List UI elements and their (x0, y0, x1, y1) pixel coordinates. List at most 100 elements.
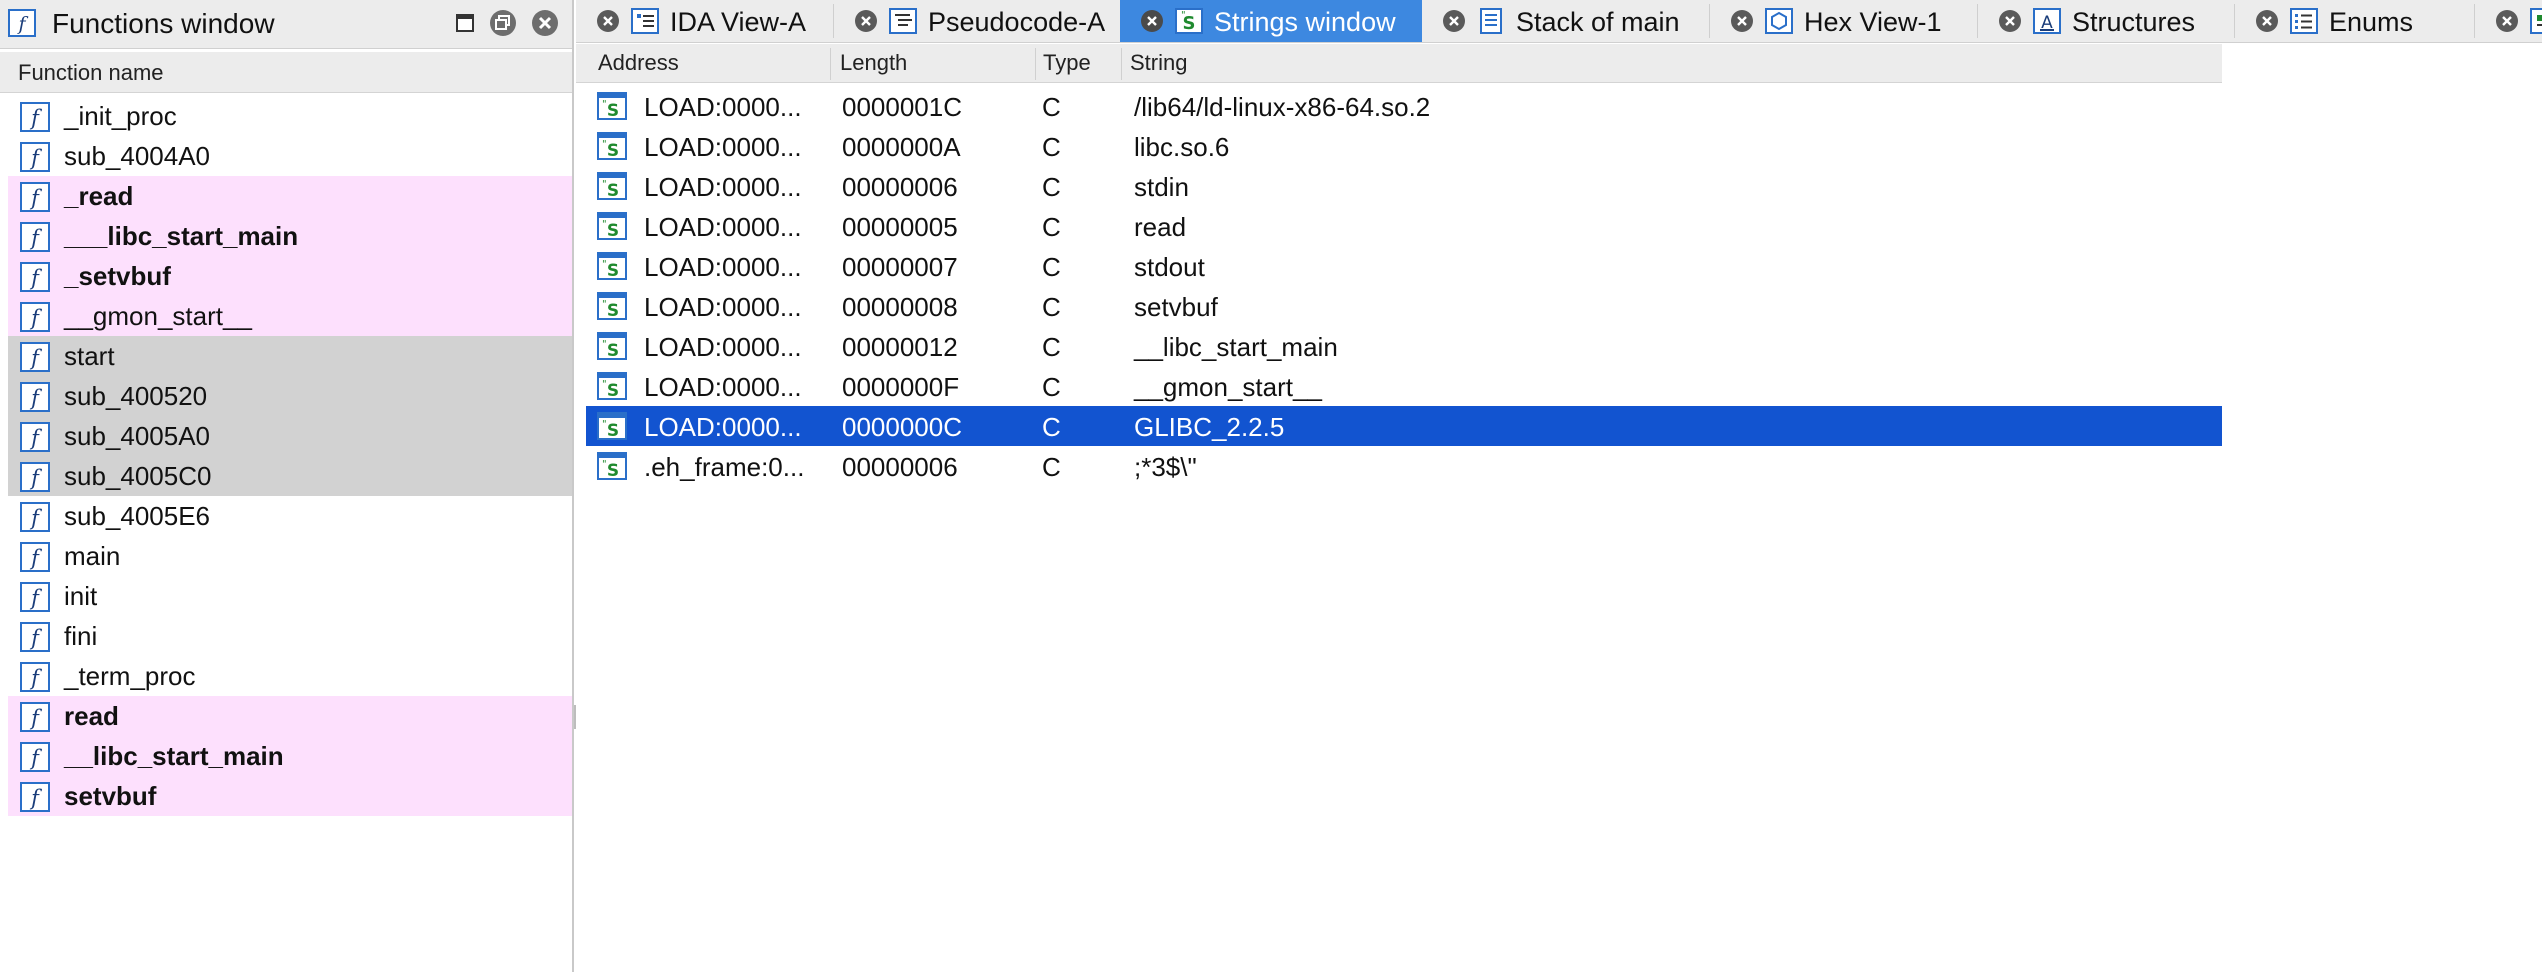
string-row[interactable]: S " LOAD:0000... 00000006 Cstdin (586, 166, 2222, 206)
string-length: 00000006 (842, 452, 958, 482)
column-header-string[interactable]: String (1130, 50, 1187, 76)
column-divider[interactable] (830, 48, 831, 80)
svg-text:": " (602, 219, 607, 230)
svg-text:S: S (607, 341, 619, 361)
tab-pseudocode-a[interactable]: Pseudocode-A (834, 0, 1120, 42)
string-length: 00000008 (842, 292, 958, 322)
column-header-address[interactable]: Address (598, 50, 679, 76)
function-list-item[interactable]: f sub_4005A0 (8, 416, 572, 456)
function-icon: f (20, 262, 50, 292)
function-list-item[interactable]: f setvbuf (8, 776, 572, 816)
tab-label: Structures (2072, 7, 2196, 37)
strings-icon: S " (1174, 6, 1204, 36)
float-button[interactable] (488, 8, 518, 38)
svg-text:S: S (607, 141, 619, 161)
function-list-item[interactable]: f sub_4005E6 (8, 496, 572, 536)
close-button[interactable] (530, 8, 560, 38)
column-header-length[interactable]: Length (840, 50, 907, 76)
maximize-button[interactable] (450, 8, 480, 38)
function-list-item[interactable]: f _setvbuf (8, 256, 572, 296)
function-name: _read (64, 180, 134, 211)
function-list-item[interactable]: f _read (8, 176, 572, 216)
string-row[interactable]: S " LOAD:0000... 00000012 C __libc_start_main (586, 326, 2222, 366)
string-row[interactable]: S " .eh_frame:0... 00000006 C ;*3$\" (586, 446, 2222, 486)
string-row[interactable]: S " LOAD:0000... 0000000A Clibc.so.6 (586, 126, 2222, 166)
function-list-item[interactable]: f sub_4005C0 (8, 456, 572, 496)
functions-window-titlebar[interactable]: f Functions window (0, 0, 572, 49)
string-length: 0000000C (842, 412, 962, 442)
string-value: read (1134, 212, 1187, 242)
tab-structures[interactable]: A Structures (1978, 0, 2235, 42)
svg-text:": " (1181, 10, 1186, 21)
tab-ida-view-a[interactable]: IDA View-A (576, 0, 834, 42)
tab-label: Hex View-1 (1804, 7, 1942, 37)
tab-close-icon[interactable] (1730, 9, 1754, 33)
function-name-header-label: Function name (18, 60, 164, 85)
main-workspace: IDA View-A Pseudocode-A S " Strings window St… (576, 0, 2542, 972)
string-address: LOAD:0000... (644, 332, 802, 362)
svg-text:S: S (607, 181, 619, 201)
string-address: LOAD:0000... (644, 172, 802, 202)
svg-text:S: S (607, 301, 619, 321)
string-type: C (1042, 332, 1061, 362)
string-row[interactable]: S " LOAD:0000... 0000000C C GLIBC_2.2.5 (586, 406, 2222, 446)
tab-close-icon[interactable] (596, 9, 620, 33)
function-list-item[interactable]: f __gmon_start__ (8, 296, 572, 336)
string-value: GLIBC_2.2.5 (1134, 412, 1285, 442)
function-name: _term_proc (64, 660, 196, 691)
string-value: ;*3$\" (1134, 452, 1197, 482)
tab-enums[interactable]: Enums (2235, 0, 2475, 42)
tab-close-icon[interactable] (2495, 9, 2519, 33)
function-list-item[interactable]: f __libc_start_main (8, 736, 572, 776)
string-row[interactable]: S " LOAD:0000... 0000001C C/lib64/ld-linux-x… (586, 86, 2222, 126)
maximize-icon (456, 14, 474, 32)
function-name: sub_4005A0 (64, 420, 211, 451)
function-icon: f (20, 382, 50, 412)
svg-text:": " (602, 419, 607, 430)
svg-text:S: S (607, 221, 619, 241)
tab-close-icon[interactable] (2255, 9, 2279, 33)
svg-text:": " (602, 299, 607, 310)
tab-stack-of-main[interactable]: Stack of main (1422, 0, 1710, 42)
functions-window-title: Functions window (52, 8, 275, 39)
tab-close-icon[interactable] (1140, 9, 1164, 33)
tab-overflow[interactable] (2475, 0, 2542, 42)
svg-text:S: S (607, 261, 619, 281)
function-list-item[interactable]: f ___libc_start_main (8, 216, 572, 256)
column-divider[interactable] (1121, 48, 1122, 80)
string-row[interactable]: S " LOAD:0000... 00000005 Cread (586, 206, 2222, 246)
tab-close-icon[interactable] (854, 9, 878, 33)
string-icon: S " (596, 371, 628, 401)
function-icon: f (20, 622, 50, 652)
function-list-item[interactable]: f read (8, 696, 572, 736)
tab-close-icon[interactable] (1998, 9, 2022, 33)
function-list-item[interactable]: f init (8, 576, 572, 616)
string-row[interactable]: S " LOAD:0000... 00000007 Cstdout (586, 246, 2222, 286)
string-icon: S " (596, 211, 628, 241)
string-row[interactable]: S " LOAD:0000... 00000008 Csetvbuf (586, 286, 2222, 326)
function-list-item[interactable]: f sub_4004A0 (8, 136, 572, 176)
svg-text:": " (602, 259, 607, 270)
tab-close-icon[interactable] (1442, 9, 1466, 33)
function-list-item[interactable]: f sub_400520 (8, 376, 572, 416)
tab-label: Pseudocode-A (928, 7, 1106, 37)
tab-strings-window[interactable]: S " Strings window (1120, 0, 1422, 42)
function-icon: f (20, 422, 50, 452)
function-list-item[interactable]: f fini (8, 616, 572, 656)
function-name: _setvbuf (64, 260, 171, 291)
string-length: 0000001C (842, 92, 962, 122)
function-list-item[interactable]: f _term_proc (8, 656, 572, 696)
function-list-item[interactable]: f main (8, 536, 572, 576)
column-header-type[interactable]: Type (1043, 50, 1091, 76)
function-list-item[interactable]: f start (8, 336, 572, 376)
tab-hex-view-1[interactable]: Hex View-1 (1710, 0, 1978, 42)
function-name-column-header[interactable]: Function name (0, 52, 572, 93)
functions-list: f _init_proc f sub_4004A0 f _read f ___libc_sta… (8, 96, 572, 816)
function-name: start (64, 340, 115, 371)
function-list-item[interactable]: f _init_proc (8, 96, 572, 136)
string-address: LOAD:0000... (644, 372, 802, 402)
string-type: C (1042, 92, 1061, 122)
function-icon: f (8, 9, 36, 37)
string-row[interactable]: S " LOAD:0000... 0000000F C __gmon_start__ (586, 366, 2222, 406)
column-divider[interactable] (1035, 48, 1036, 80)
